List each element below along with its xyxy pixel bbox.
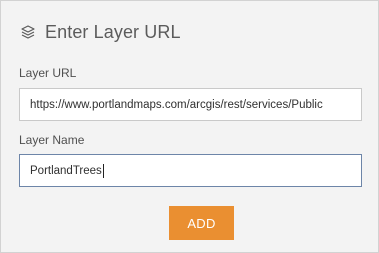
layer-url-label: Layer URL (19, 66, 77, 80)
layer-name-value: PortlandTrees (30, 164, 102, 177)
add-layer-panel: Enter Layer URL Layer URL https://www.po… (0, 0, 379, 253)
layer-url-input[interactable]: https://www.portlandmaps.com/arcgis/rest… (19, 88, 362, 121)
text-cursor (102, 163, 104, 178)
layer-name-label: Layer Name (19, 133, 85, 147)
add-button[interactable]: ADD (169, 206, 234, 240)
layer-name-input[interactable]: PortlandTrees (19, 154, 362, 187)
panel-title: Enter Layer URL (45, 21, 181, 42)
panel-header: Enter Layer URL (19, 18, 181, 46)
layer-url-value: https://www.portlandmaps.com/arcgis/rest… (30, 98, 323, 111)
layers-icon (19, 23, 37, 41)
